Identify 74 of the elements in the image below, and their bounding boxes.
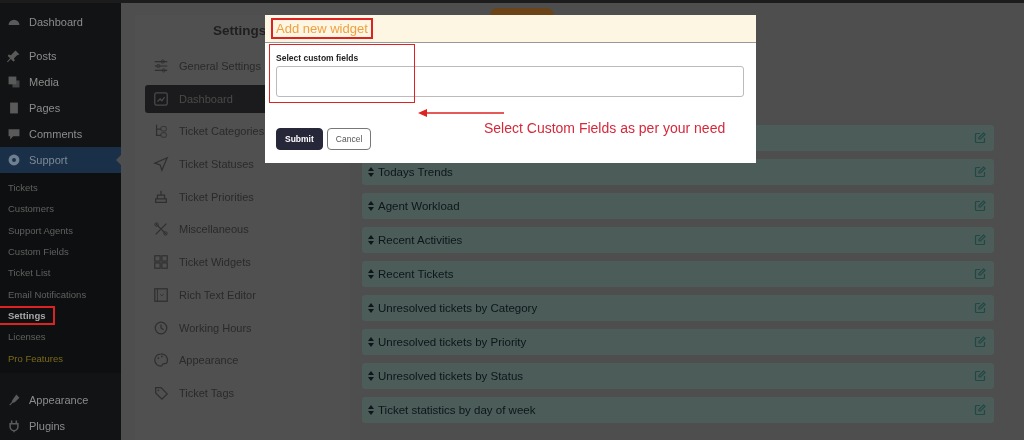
dialog-title: Add new widget bbox=[273, 20, 371, 37]
menu-icon bbox=[7, 101, 21, 115]
sort-icon[interactable] bbox=[368, 303, 374, 313]
cancel-button[interactable]: Cancel bbox=[326, 128, 372, 150]
sidebar-item[interactable]: Media bbox=[0, 69, 121, 95]
menu-icon bbox=[153, 188, 169, 205]
menu-icon bbox=[153, 319, 169, 336]
widget-row[interactable]: Ticket statistics by day of week bbox=[362, 397, 994, 423]
edit-icon[interactable] bbox=[974, 132, 986, 144]
menu-icon bbox=[153, 90, 169, 107]
widget-row[interactable]: Recent Tickets bbox=[362, 261, 994, 287]
widget-title: Unresolved tickets by Category bbox=[378, 302, 539, 314]
sort-icon[interactable] bbox=[368, 371, 374, 381]
submenu-item[interactable]: Pro Features bbox=[0, 350, 71, 366]
submenu-item[interactable]: Custom Fields bbox=[0, 244, 77, 260]
widget-title: Unresolved tickets by Priority bbox=[378, 336, 528, 348]
field-label: Select custom fields bbox=[276, 53, 360, 63]
menu-icon bbox=[153, 123, 169, 140]
widget-row[interactable]: Todays Trends bbox=[362, 159, 994, 185]
widget-row[interactable]: Agent Workload bbox=[362, 193, 994, 219]
sidebar-item[interactable]: Comments bbox=[0, 121, 121, 147]
edit-icon[interactable] bbox=[974, 200, 986, 212]
sidebar-item[interactable]: Plugins bbox=[0, 412, 121, 439]
menu-icon bbox=[153, 286, 169, 303]
submenu-item[interactable]: Customers bbox=[0, 201, 62, 217]
widget-row[interactable]: Unresolved tickets by Priority bbox=[362, 329, 994, 355]
sort-icon[interactable] bbox=[368, 235, 374, 245]
widget-title: Recent Tickets bbox=[378, 268, 455, 280]
sort-icon[interactable] bbox=[368, 167, 374, 177]
edit-icon[interactable] bbox=[974, 336, 986, 348]
menu-icon bbox=[7, 153, 21, 167]
sort-icon[interactable] bbox=[368, 201, 374, 211]
edit-icon[interactable] bbox=[974, 302, 986, 314]
submenu-item[interactable]: Ticket List bbox=[0, 265, 59, 281]
annotation-text: Select Custom Fields as per your need bbox=[484, 120, 726, 136]
sidebar-item[interactable]: Appearance bbox=[0, 386, 121, 413]
sidebar-item[interactable]: Posts bbox=[0, 43, 121, 69]
widget-row[interactable]: Unresolved tickets by Status bbox=[362, 363, 994, 389]
edit-icon[interactable] bbox=[974, 234, 986, 246]
menu-icon bbox=[7, 418, 21, 433]
custom-fields-input[interactable] bbox=[276, 66, 744, 97]
menu-icon bbox=[153, 352, 169, 369]
widget-row[interactable]: Recent Activities bbox=[362, 227, 994, 253]
menu-icon bbox=[153, 254, 169, 271]
sidebar-item[interactable]: Dashboard bbox=[0, 9, 121, 35]
sidebar-item[interactable]: Support bbox=[0, 147, 121, 173]
sort-icon[interactable] bbox=[368, 337, 374, 347]
menu-icon bbox=[7, 49, 21, 63]
submenu-item[interactable]: Email Notifications bbox=[0, 286, 95, 302]
sort-icon[interactable] bbox=[368, 269, 374, 279]
submit-button[interactable]: Submit bbox=[276, 128, 323, 150]
sort-icon[interactable] bbox=[368, 405, 374, 415]
widget-title: Unresolved tickets by Status bbox=[378, 370, 525, 382]
submenu-item[interactable]: Settings bbox=[0, 307, 54, 323]
menu-icon bbox=[153, 156, 169, 173]
submenu-item[interactable]: Tickets bbox=[0, 180, 46, 196]
widget-title: Ticket statistics by day of week bbox=[378, 404, 537, 416]
submenu-item[interactable]: Support Agents bbox=[0, 222, 81, 238]
widget-title: Todays Trends bbox=[378, 166, 454, 178]
edit-icon[interactable] bbox=[974, 370, 986, 382]
menu-icon bbox=[153, 58, 169, 74]
menu-icon bbox=[153, 221, 169, 238]
menu-icon bbox=[153, 384, 169, 401]
sidebar-item[interactable]: Pages bbox=[0, 95, 121, 121]
widget-title: Recent Activities bbox=[378, 234, 464, 246]
edit-icon[interactable] bbox=[974, 166, 986, 178]
menu-icon bbox=[7, 392, 21, 407]
widget-row[interactable]: Unresolved tickets by Category bbox=[362, 295, 994, 321]
widget-title: Agent Workload bbox=[378, 200, 461, 212]
edit-icon[interactable] bbox=[974, 268, 986, 280]
menu-icon bbox=[7, 75, 21, 89]
submenu-item[interactable]: Licenses bbox=[0, 329, 54, 345]
menu-icon bbox=[7, 127, 21, 141]
edit-icon[interactable] bbox=[974, 404, 986, 416]
